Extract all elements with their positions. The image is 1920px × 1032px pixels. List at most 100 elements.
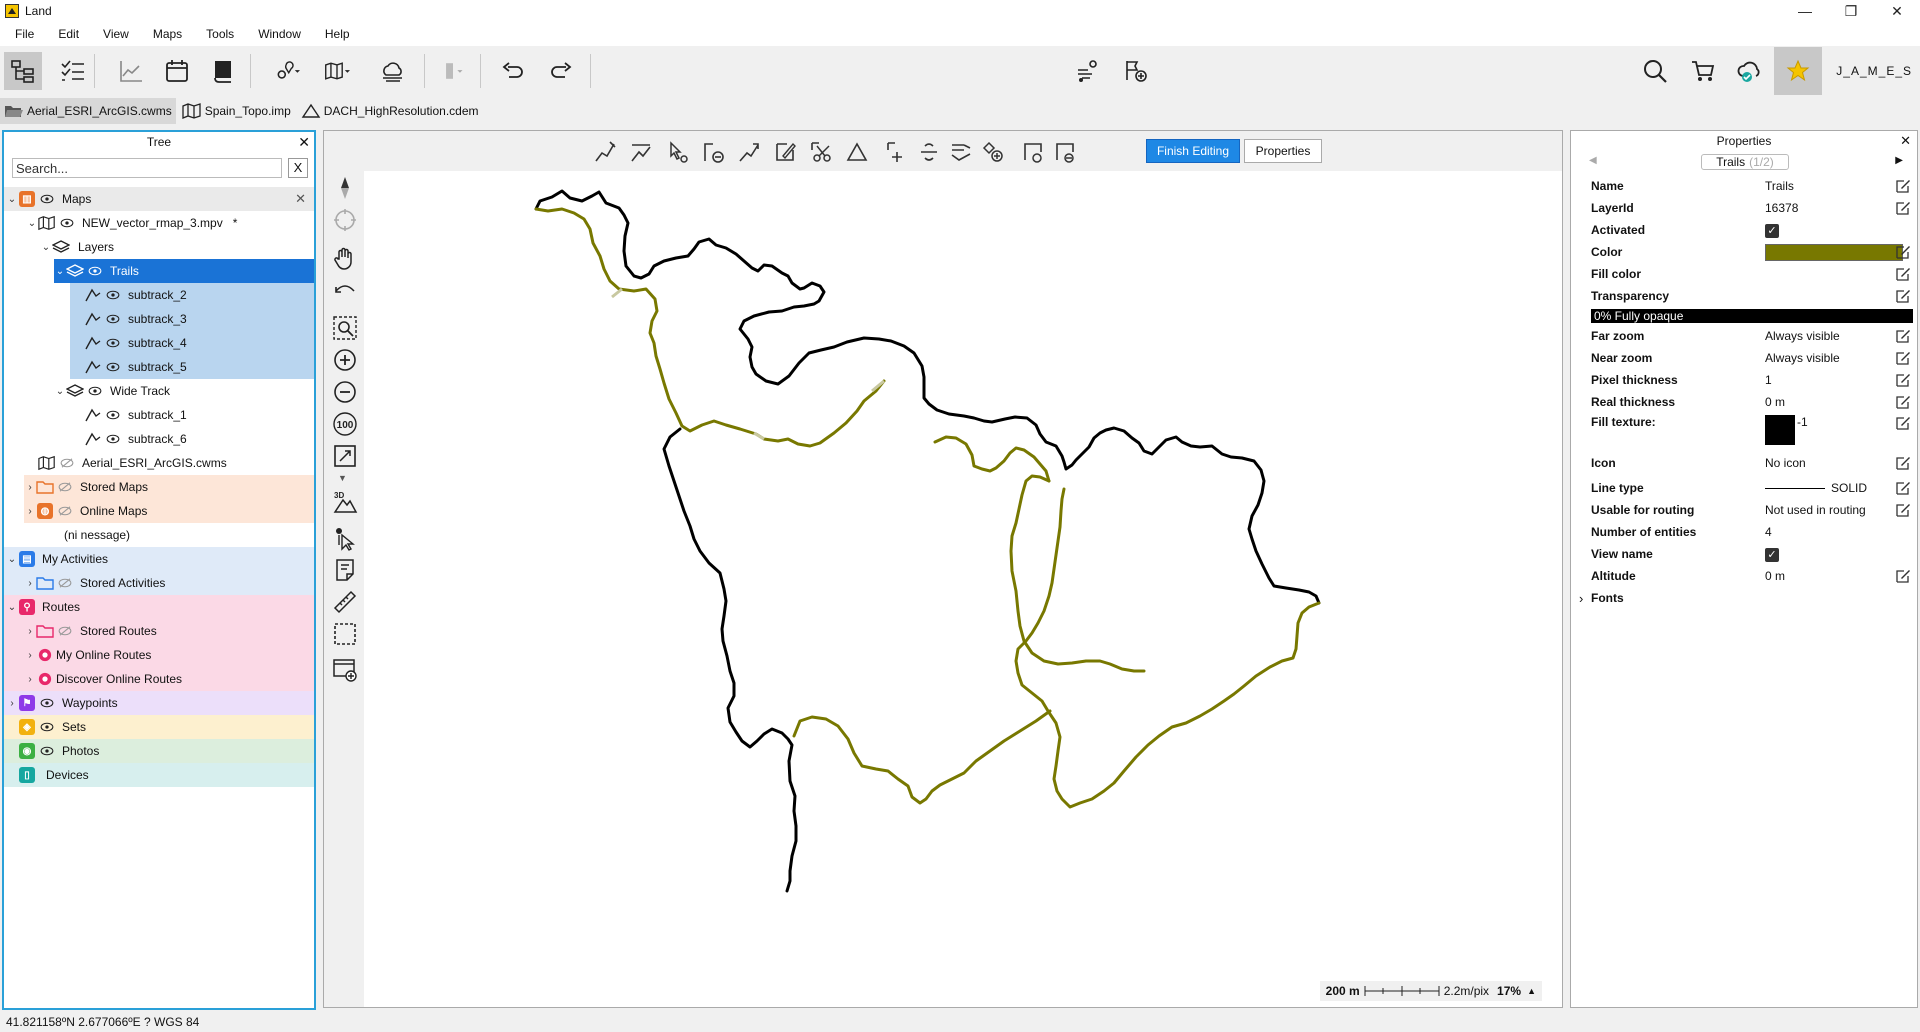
menu-edit[interactable]: Edit bbox=[46, 22, 91, 46]
tree-row-stored-activities[interactable]: › Stored Activities bbox=[4, 571, 314, 595]
tree-row-layers[interactable]: ⌄ Layers bbox=[4, 235, 314, 259]
map-canvas[interactable]: 200 m 2.2m/pix 17% ▲ bbox=[364, 171, 1562, 1007]
pan-button[interactable] bbox=[330, 243, 360, 273]
next-layer-button[interactable]: ▶ bbox=[1895, 155, 1903, 166]
zoom-caret-icon[interactable]: ▲ bbox=[1527, 986, 1536, 996]
edit-icon[interactable] bbox=[1895, 328, 1911, 344]
track-subtrack-7-lower[interactable] bbox=[792, 709, 1052, 805]
move-tool[interactable] bbox=[882, 137, 912, 167]
properties-button[interactable]: Properties bbox=[1244, 139, 1322, 163]
compass-button[interactable] bbox=[330, 173, 360, 203]
zoom-out-button[interactable] bbox=[330, 377, 360, 407]
visibility-eye-icon[interactable] bbox=[58, 481, 74, 493]
tree-row-devices[interactable]: ▯ Devices bbox=[4, 763, 314, 787]
collapse-arrow-icon[interactable]: ⌄ bbox=[54, 266, 66, 277]
menu-tools[interactable]: Tools bbox=[194, 22, 246, 46]
visibility-eye-icon[interactable] bbox=[106, 361, 122, 373]
edit-icon[interactable] bbox=[1895, 350, 1911, 366]
info-cursor-button[interactable] bbox=[330, 523, 360, 553]
calendar-button[interactable] bbox=[158, 52, 196, 90]
track-subtrack-2[interactable] bbox=[534, 207, 886, 448]
visibility-eye-icon[interactable] bbox=[88, 265, 104, 277]
maps-close-icon[interactable]: ✕ bbox=[295, 191, 306, 207]
finish-editing-button[interactable]: Finish Editing bbox=[1146, 139, 1240, 163]
track-subtrack-3[interactable] bbox=[933, 435, 1051, 483]
rotate-button[interactable] bbox=[330, 275, 360, 305]
collapse-arrow-icon[interactable]: ⌄ bbox=[54, 386, 66, 397]
layer-stack-button[interactable] bbox=[434, 52, 472, 90]
menu-file[interactable]: File bbox=[0, 22, 46, 46]
tree-row-maps[interactable]: ⌄ ▥ Maps ✕ bbox=[4, 187, 314, 211]
remove-node-tool[interactable] bbox=[698, 137, 728, 167]
layer-selector[interactable]: Trails (1/2) bbox=[1701, 154, 1789, 170]
tree-search-input[interactable] bbox=[12, 158, 282, 178]
tree-row-subtrack-4[interactable]: subtrack_4 bbox=[70, 331, 314, 355]
collapse-arrow-icon[interactable]: ⌄ bbox=[40, 242, 52, 253]
tree-row-my-online-routes[interactable]: › My Online Routes bbox=[4, 643, 314, 667]
edit-icon[interactable] bbox=[1895, 415, 1911, 431]
ruler-button[interactable] bbox=[330, 587, 360, 617]
visibility-eye-icon[interactable] bbox=[106, 313, 122, 325]
zoom-in-button[interactable] bbox=[330, 345, 360, 375]
tree-search-clear-button[interactable]: X bbox=[288, 158, 308, 178]
visibility-eye-icon[interactable] bbox=[40, 193, 56, 205]
visibility-eye-icon[interactable] bbox=[40, 721, 56, 733]
activated-checkbox[interactable]: ✓ bbox=[1765, 223, 1779, 238]
split-track-tool[interactable] bbox=[626, 137, 656, 167]
tree-row-trails[interactable]: ⌄ Trails bbox=[54, 259, 314, 283]
expand-arrow-icon[interactable]: › bbox=[24, 578, 36, 589]
tree-row-discover-online-routes[interactable]: › Discover Online Routes bbox=[4, 667, 314, 691]
track-subtrack-5[interactable] bbox=[1014, 487, 1321, 809]
tree-row-online-maps[interactable]: › ◍ Online Maps bbox=[24, 499, 314, 523]
menu-window[interactable]: Window bbox=[246, 22, 313, 46]
new-area-tool[interactable] bbox=[1018, 137, 1048, 167]
visibility-eye-icon[interactable] bbox=[106, 433, 122, 445]
book-button[interactable] bbox=[204, 52, 242, 90]
tree-row-stored-routes[interactable]: › Stored Routes bbox=[4, 619, 314, 643]
track-subtrack-4[interactable] bbox=[1009, 474, 1146, 673]
add-point-tool[interactable] bbox=[978, 137, 1008, 167]
edit-icon[interactable] bbox=[1895, 266, 1911, 282]
tree-row-subtrack-2[interactable]: subtrack_2 bbox=[70, 283, 314, 307]
draw-track-tool[interactable] bbox=[590, 137, 620, 167]
prop-row-fonts[interactable]: › Fonts bbox=[1571, 587, 1917, 609]
tree-row-subtrack-6[interactable]: subtrack_6 bbox=[84, 427, 314, 451]
map-menu-button[interactable] bbox=[318, 52, 356, 90]
track-subtrack-6[interactable] bbox=[662, 427, 798, 893]
cloud-sync-button[interactable] bbox=[1730, 52, 1768, 90]
visibility-eye-icon[interactable] bbox=[60, 217, 76, 229]
expand-arrow-icon[interactable]: › bbox=[24, 482, 36, 493]
color-swatch[interactable] bbox=[1765, 243, 1903, 261]
expand-arrow-icon[interactable]: › bbox=[24, 674, 36, 685]
expand-arrow-icon[interactable]: › bbox=[24, 626, 36, 637]
user-menu[interactable]: J_A_M_E_S bbox=[1836, 64, 1912, 78]
visibility-eye-icon[interactable] bbox=[58, 505, 74, 517]
weather-button[interactable] bbox=[374, 52, 412, 90]
merge-tool[interactable] bbox=[946, 137, 976, 167]
visibility-eye-icon[interactable] bbox=[106, 337, 122, 349]
checklist-button[interactable] bbox=[54, 52, 92, 90]
tree-row-subtrack-5[interactable]: subtrack_5 bbox=[70, 355, 314, 379]
cut-track-tool[interactable] bbox=[806, 137, 836, 167]
close-button[interactable]: ✕ bbox=[1874, 0, 1920, 22]
select-area-button[interactable] bbox=[330, 619, 360, 649]
edit-icon[interactable] bbox=[1895, 372, 1911, 388]
collapse-arrow-icon[interactable]: ⌄ bbox=[6, 194, 18, 205]
properties-close-button[interactable]: ✕ bbox=[1900, 133, 1911, 149]
edit-icon[interactable] bbox=[1895, 455, 1911, 471]
tree-row-my-activities[interactable]: ⌄ ▤ My Activities bbox=[4, 547, 314, 571]
menu-view[interactable]: View bbox=[91, 22, 141, 46]
note-button[interactable] bbox=[330, 555, 360, 585]
maximize-button[interactable]: ❐ bbox=[1828, 0, 1874, 22]
redo-button[interactable] bbox=[542, 52, 580, 90]
visibility-eye-icon[interactable] bbox=[40, 697, 56, 709]
tree-row-photos[interactable]: ◉ Photos bbox=[4, 739, 314, 763]
visibility-eye-icon[interactable] bbox=[58, 577, 74, 589]
tree-view-button[interactable] bbox=[4, 52, 42, 90]
visibility-eye-icon[interactable] bbox=[106, 289, 122, 301]
area-remove-tool[interactable] bbox=[1050, 137, 1080, 167]
undo-button[interactable] bbox=[494, 52, 532, 90]
zoom-100-button[interactable]: 100 bbox=[330, 409, 360, 439]
edit-icon[interactable] bbox=[1895, 200, 1911, 216]
3d-view-button[interactable]: 3D bbox=[330, 487, 360, 517]
